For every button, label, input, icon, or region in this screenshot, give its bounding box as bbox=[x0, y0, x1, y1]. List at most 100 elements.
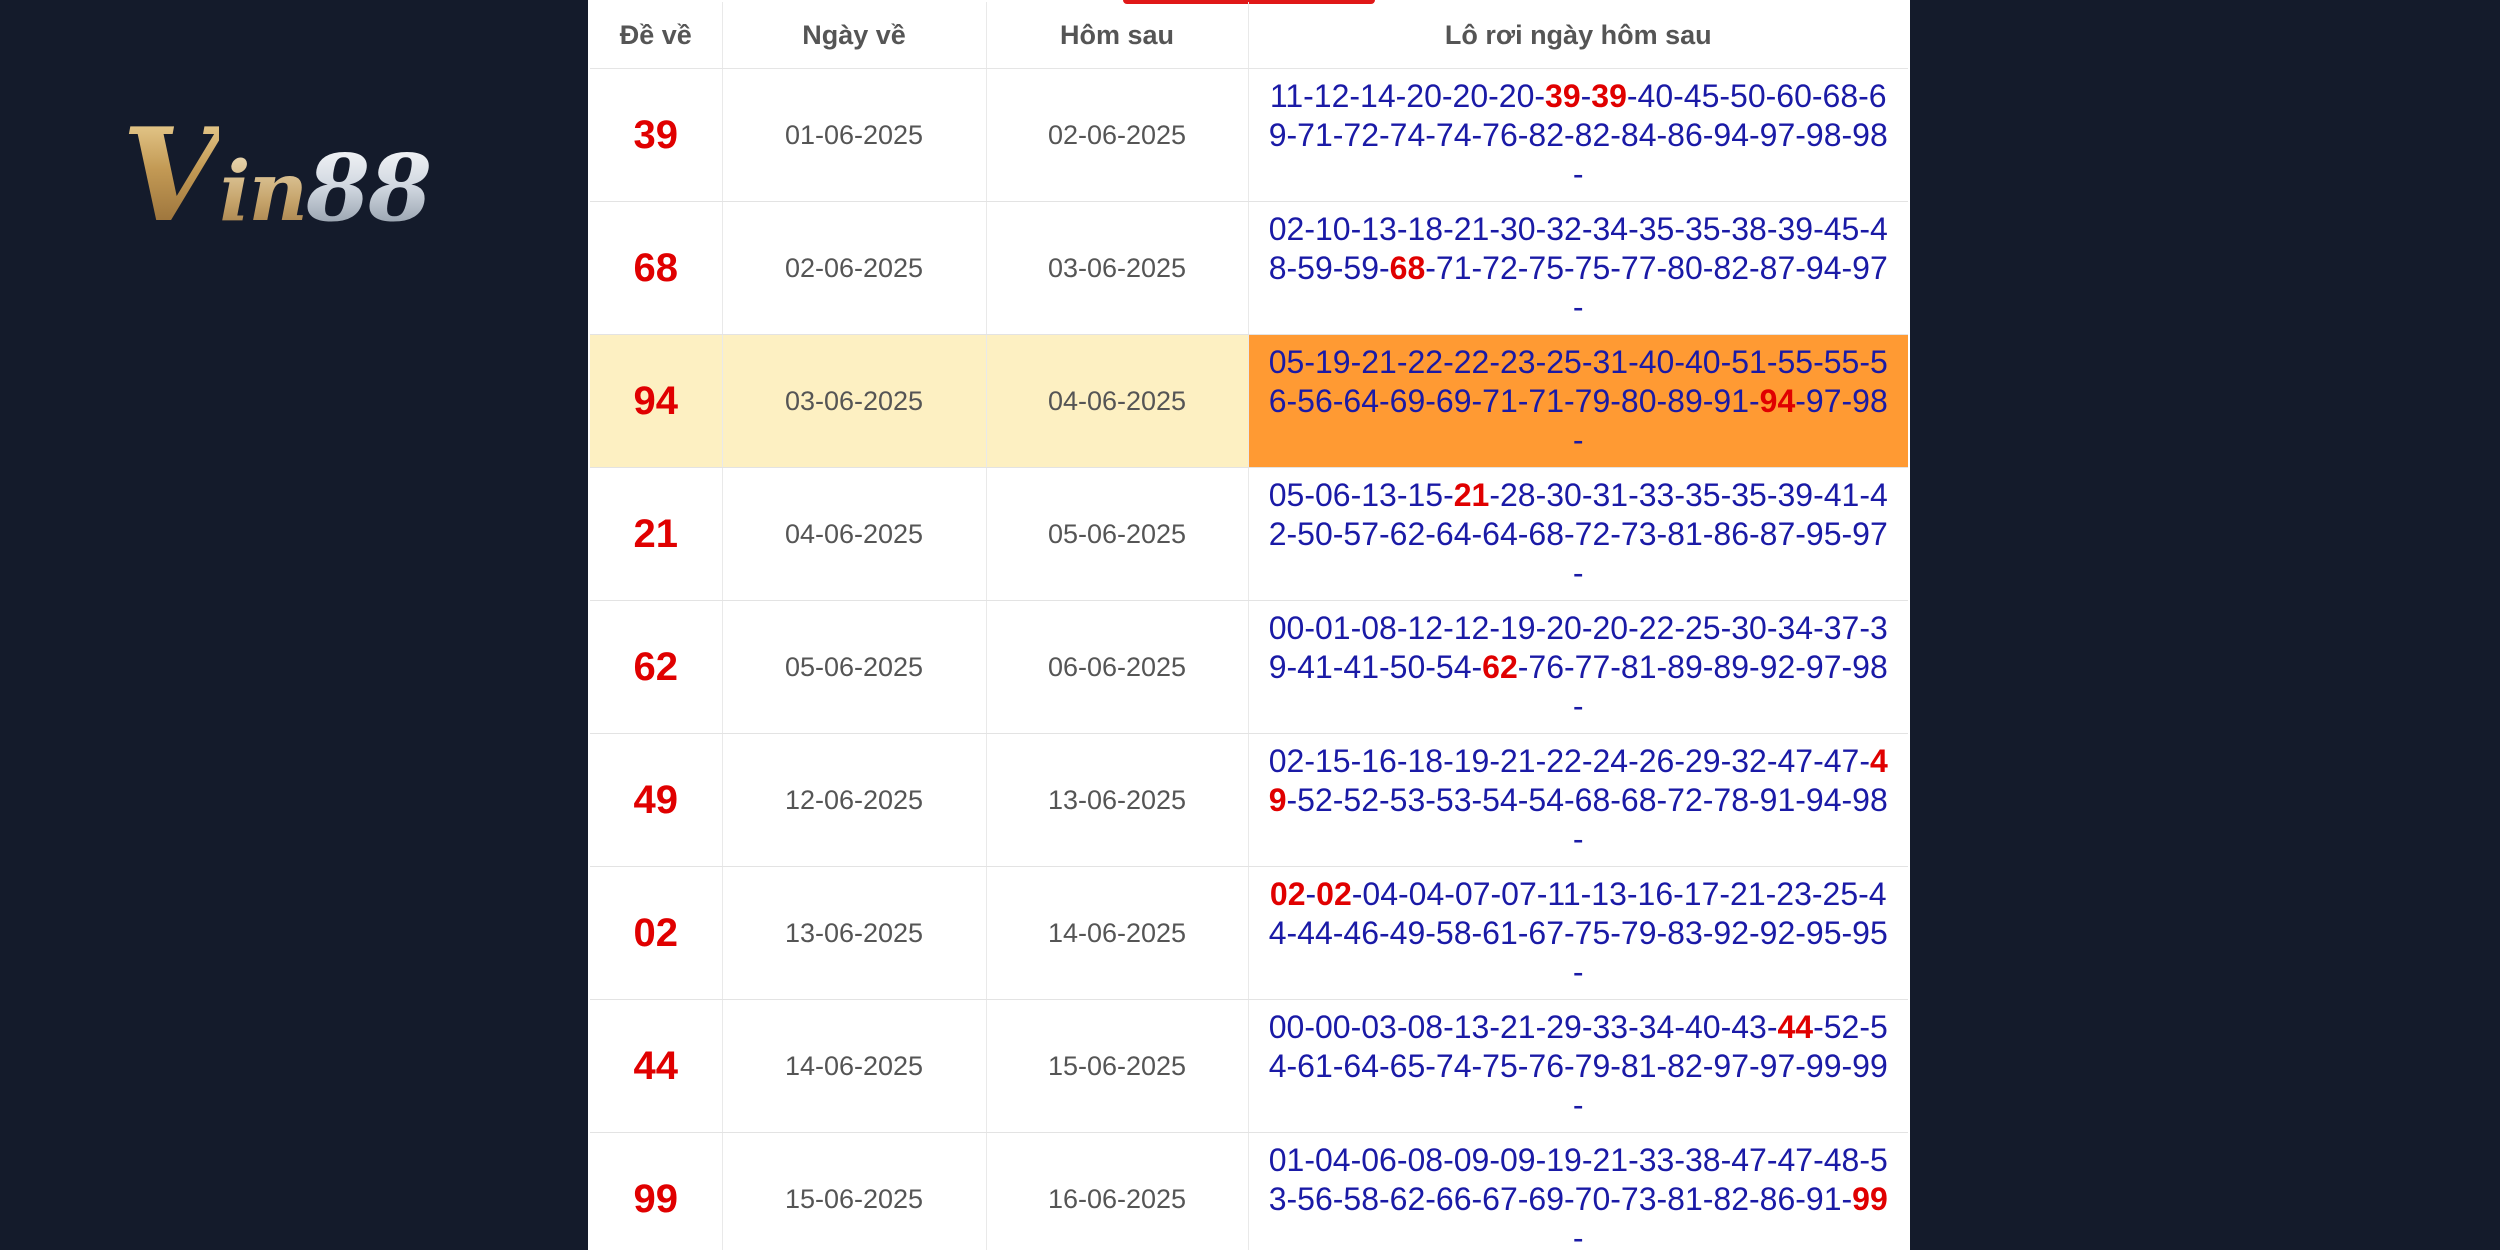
lo-number: 21 bbox=[1361, 343, 1397, 380]
lo-number: 39 bbox=[1777, 476, 1814, 513]
lo-number: 04 bbox=[1314, 1141, 1351, 1178]
lo-number: 86 bbox=[1713, 515, 1750, 552]
lo-number: 72 bbox=[1482, 249, 1518, 286]
lo-number: 40 bbox=[1684, 1008, 1721, 1045]
lo-number: 00 bbox=[1314, 1008, 1351, 1045]
lo-number: 44 bbox=[1777, 1008, 1814, 1045]
lo-number: 68 bbox=[1574, 781, 1611, 818]
lo-number: 41 bbox=[1343, 648, 1380, 685]
lo-number: 58 bbox=[1435, 914, 1472, 951]
lo-number: 47 bbox=[1731, 1141, 1767, 1178]
lo-number: 08 bbox=[1361, 609, 1397, 646]
hom-sau-value: 14-06-2025 bbox=[986, 866, 1249, 1000]
lo-number: 55 bbox=[1823, 343, 1860, 380]
lo-roi-table: Đề về Ngày về Hôm sau Lô rơi ngày hôm sa… bbox=[590, 2, 1908, 1250]
lo-number: 19 bbox=[1546, 1141, 1582, 1178]
lo-number: 15 bbox=[1314, 742, 1351, 779]
lo-number: 60 bbox=[1776, 77, 1812, 114]
lo-number: 39 bbox=[1545, 77, 1581, 114]
lo-number: 39 bbox=[1777, 210, 1814, 247]
lo-number: 08 bbox=[1407, 1141, 1444, 1178]
lo-number: 64 bbox=[1343, 1047, 1380, 1084]
lo-number: 12 bbox=[1453, 609, 1490, 646]
lo-number: 59 bbox=[1297, 249, 1333, 286]
lo-number: 77 bbox=[1574, 648, 1611, 685]
ngay-ve-value: 13-06-2025 bbox=[722, 866, 987, 1000]
lo-number: 59 bbox=[1343, 249, 1380, 286]
lo-number: 40 bbox=[1638, 343, 1675, 380]
lo-number: 22 bbox=[1546, 742, 1582, 779]
lo-number: 76 bbox=[1528, 1047, 1565, 1084]
lo-roi-list: 02-02-04-04-07-07-11-13-16-17-21-23-25-4… bbox=[1248, 866, 1908, 1000]
lo-number: 95 bbox=[1852, 914, 1888, 951]
lo-number: 30 bbox=[1499, 210, 1536, 247]
ngay-ve-value: 15-06-2025 bbox=[722, 1132, 987, 1250]
lo-number: 50 bbox=[1297, 515, 1333, 552]
lo-number: 16 bbox=[1637, 875, 1674, 912]
vin88-logo: Vin88 bbox=[122, 112, 432, 240]
lo-number: 81 bbox=[1620, 1047, 1657, 1084]
lo-number: 02 bbox=[1268, 742, 1305, 779]
lo-number: 17 bbox=[1683, 875, 1720, 912]
lo-number: 49 bbox=[1389, 914, 1426, 951]
lo-number: 91 bbox=[1759, 781, 1796, 818]
table-row: 68 02-06-2025 03-06-2025 02-10-13-18-21-30-… bbox=[590, 201, 1908, 335]
lo-number: 73 bbox=[1620, 515, 1657, 552]
lo-number: 22 bbox=[1638, 609, 1675, 646]
de-ve-value: 49 bbox=[590, 733, 723, 867]
ngay-ve-value: 03-06-2025 bbox=[722, 334, 987, 468]
lo-roi-list: 00-00-03-08-13-21-29-33-34-40-43-44-52-5… bbox=[1248, 999, 1908, 1133]
lo-number: 68 bbox=[1528, 515, 1565, 552]
lo-number: 89 bbox=[1667, 382, 1703, 419]
lo-number: 33 bbox=[1592, 1008, 1629, 1045]
de-ve-value: 02 bbox=[590, 866, 723, 1000]
ngay-ve-value: 05-06-2025 bbox=[722, 600, 987, 734]
lo-number: 20 bbox=[1498, 77, 1535, 114]
lo-number: 79 bbox=[1574, 1047, 1611, 1084]
lo-number: 35 bbox=[1684, 476, 1721, 513]
lo-number: 51 bbox=[1731, 343, 1767, 380]
hom-sau-value: 06-06-2025 bbox=[986, 600, 1249, 734]
lo-number: 98 bbox=[1805, 116, 1842, 153]
lo-number: 57 bbox=[1343, 515, 1380, 552]
lo-number: 12 bbox=[1313, 77, 1350, 114]
lo-number: 47 bbox=[1823, 742, 1860, 779]
lo-number: 97 bbox=[1713, 1047, 1750, 1084]
lo-number: 87 bbox=[1759, 515, 1796, 552]
lo-number: 30 bbox=[1546, 476, 1582, 513]
de-ve-value: 68 bbox=[590, 201, 723, 335]
lo-number: 97 bbox=[1852, 515, 1888, 552]
table-row: 44 14-06-2025 15-06-2025 00-00-03-08-13-21-… bbox=[590, 999, 1908, 1133]
lo-number: 72 bbox=[1667, 781, 1703, 818]
ngay-ve-value: 04-06-2025 bbox=[722, 467, 987, 601]
lo-number: 86 bbox=[1667, 116, 1703, 153]
lo-number: 91 bbox=[1713, 382, 1750, 419]
lo-roi-list: 02-10-13-18-21-30-32-34-35-35-38-39-45-4… bbox=[1248, 201, 1908, 335]
lo-number: 86 bbox=[1759, 1180, 1796, 1217]
lo-number: 99 bbox=[1852, 1180, 1888, 1217]
lo-number: 89 bbox=[1713, 648, 1750, 685]
lo-number: 18 bbox=[1407, 742, 1444, 779]
lo-number: 25 bbox=[1684, 609, 1721, 646]
lo-number: 48 bbox=[1823, 1141, 1860, 1178]
lo-number: 35 bbox=[1684, 210, 1721, 247]
hom-sau-value: 16-06-2025 bbox=[986, 1132, 1249, 1250]
lo-number: 81 bbox=[1620, 648, 1657, 685]
lo-number: 72 bbox=[1343, 116, 1380, 153]
lo-number: 91 bbox=[1805, 1180, 1842, 1217]
lo-number: 56 bbox=[1297, 1180, 1333, 1217]
lo-number: 99 bbox=[1805, 1047, 1842, 1084]
lo-number: 18 bbox=[1407, 210, 1444, 247]
lo-number: 09 bbox=[1499, 1141, 1536, 1178]
lo-number: 02 bbox=[1269, 875, 1306, 912]
lo-number: 38 bbox=[1731, 210, 1767, 247]
lo-number: 34 bbox=[1638, 1008, 1675, 1045]
lo-number: 74 bbox=[1435, 1047, 1472, 1084]
de-ve-value: 62 bbox=[590, 600, 723, 734]
lo-number: 10 bbox=[1314, 210, 1351, 247]
lo-number: 97 bbox=[1805, 382, 1842, 419]
de-ve-value: 99 bbox=[590, 1132, 723, 1250]
de-ve-value: 44 bbox=[590, 999, 723, 1133]
lo-number: 89 bbox=[1667, 648, 1703, 685]
lo-number: 54 bbox=[1435, 648, 1472, 685]
